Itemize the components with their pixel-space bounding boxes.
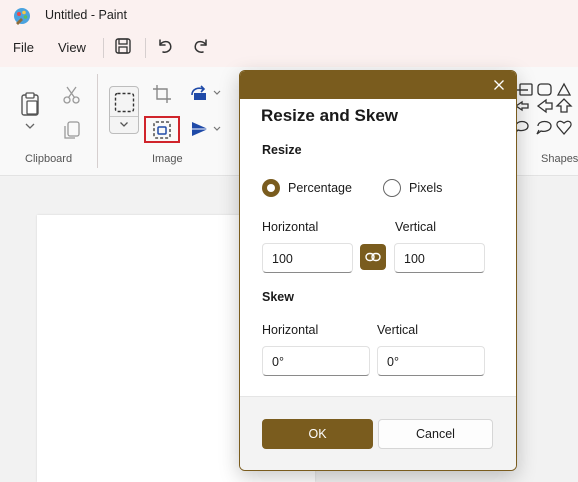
shapes-gallery[interactable] [514,82,578,140]
dialog-footer: OK Cancel [240,396,516,470]
resize-vertical-label: Vertical [395,220,436,234]
rotate-icon[interactable] [188,83,212,103]
toolbar-divider [145,38,146,58]
paint-app-icon [14,8,30,25]
skew-horizontal-input[interactable]: 0° [262,346,370,376]
image-group-label: Image [152,153,183,165]
maintain-aspect-ratio-toggle[interactable] [360,244,386,270]
resize-vertical-input[interactable]: 100 [394,243,485,273]
flip-icon[interactable] [189,120,211,138]
menu-divider [103,38,104,58]
skew-horizontal-label: Horizontal [262,323,319,337]
cancel-button[interactable]: Cancel [378,419,493,449]
paste-icon[interactable] [18,91,42,117]
crop-icon[interactable] [151,83,173,105]
select-button[interactable] [109,86,139,134]
window-title: Untitled - Paint [45,8,127,22]
pixels-radio[interactable] [383,179,401,197]
percentage-radio[interactable] [262,179,280,197]
select-icon [114,92,135,113]
chevron-down-icon[interactable] [24,122,36,130]
resize-horizontal-label: Horizontal [262,220,319,234]
skew-vertical-input[interactable]: 0° [377,346,485,376]
dialog-title-bar [240,71,516,99]
ok-button[interactable]: OK [262,419,373,449]
cut-icon[interactable] [61,84,83,106]
clipboard-group-label: Clipboard [25,153,73,165]
menu-file[interactable]: File [13,40,34,55]
chevron-down-icon[interactable] [119,121,129,128]
save-icon[interactable] [113,36,133,56]
pixels-label: Pixels [409,181,443,195]
skew-heading: Skew [262,290,294,304]
chevron-down-icon[interactable] [213,90,221,96]
link-icon [365,252,381,262]
resize-icon[interactable] [151,119,173,141]
undo-icon[interactable] [155,36,175,56]
close-icon[interactable] [490,76,508,94]
chevron-down-icon[interactable] [213,126,221,132]
percentage-label: Percentage [288,181,352,195]
copy-icon[interactable] [61,119,83,141]
ribbon-divider [97,74,98,168]
percentage-option[interactable]: Percentage [262,178,372,198]
redo-icon[interactable] [191,36,211,56]
resize-horizontal-input[interactable]: 100 [262,243,353,273]
pixels-option[interactable]: Pixels [383,178,463,198]
dialog-title: Resize and Skew [261,106,399,125]
shapes-group-label: Shapes [541,153,578,165]
resize-skew-dialog: Resize and Skew Resize Percentage Pixels… [239,70,517,471]
menu-view[interactable]: View [58,40,86,55]
resize-heading: Resize [262,143,302,157]
select-split-divider [110,116,138,117]
skew-vertical-label: Vertical [377,323,418,337]
